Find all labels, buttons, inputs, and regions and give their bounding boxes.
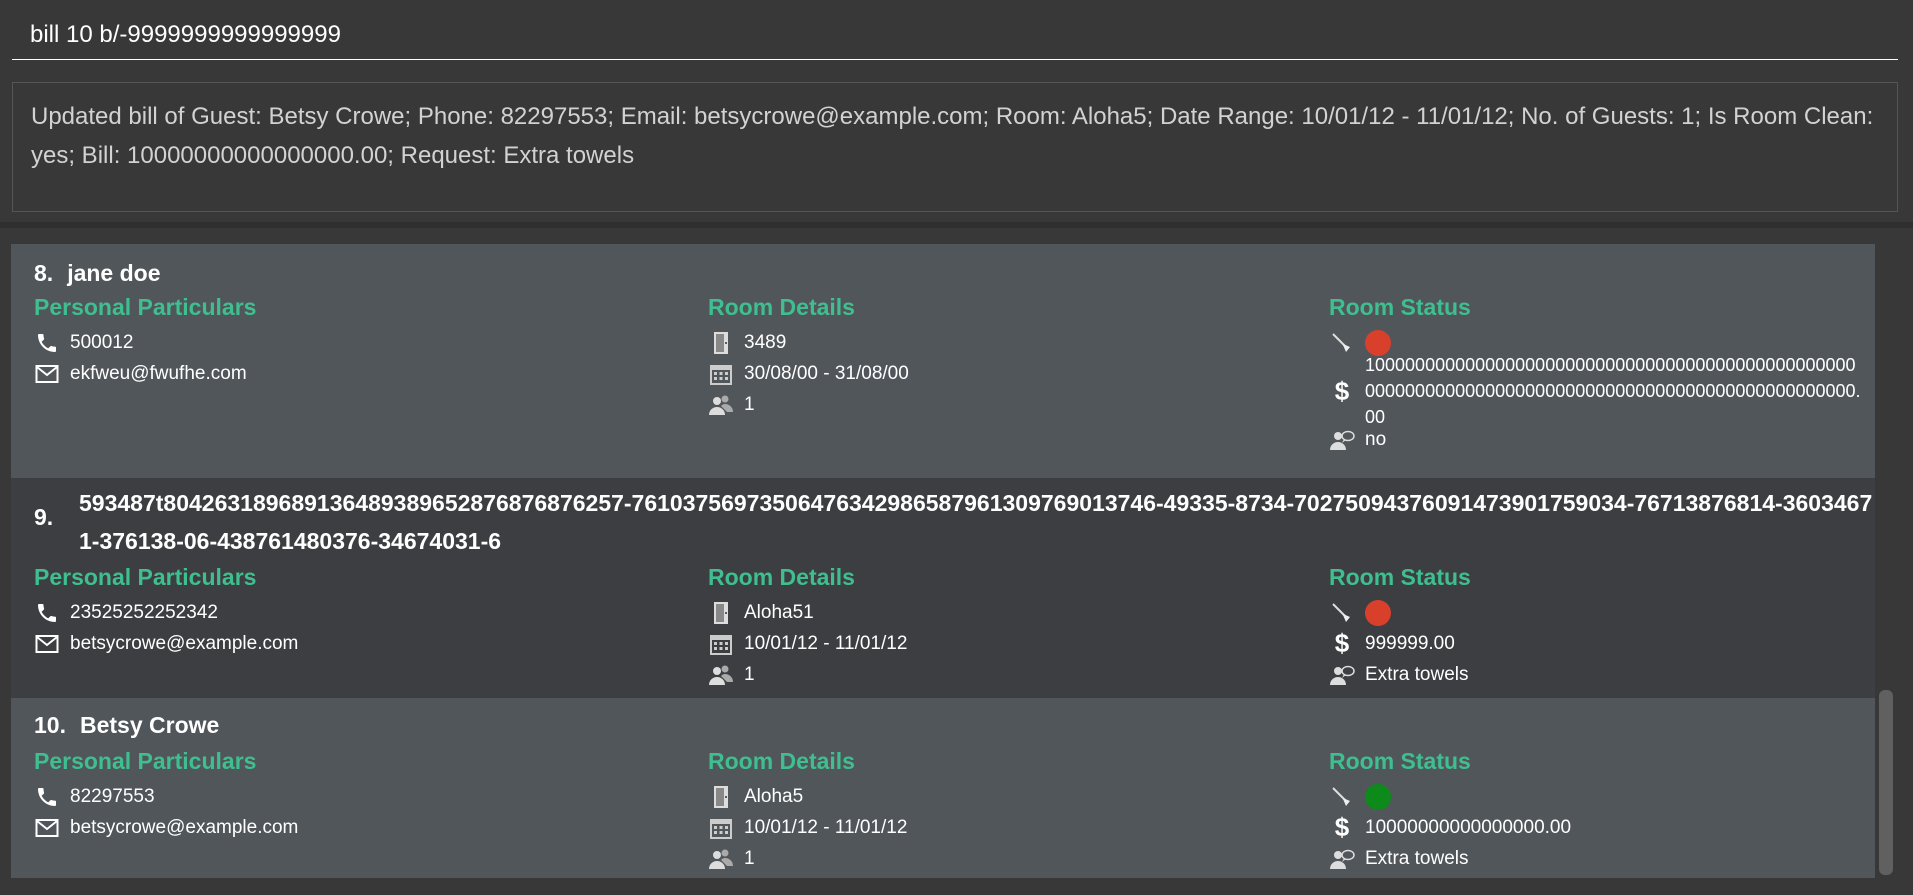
dollar-icon: $ <box>1334 628 1350 658</box>
email-icon <box>34 816 60 840</box>
door-icon <box>708 785 734 809</box>
dollar-icon: $ <box>1334 812 1350 842</box>
request-value: Extra towels <box>1365 663 1469 685</box>
email-icon <box>34 362 60 386</box>
scrollbar-thumb[interactable] <box>1879 690 1893 875</box>
phone-value: 82297553 <box>70 785 155 807</box>
command-bar <box>0 0 1913 74</box>
section-heading: Room Status <box>1329 748 1471 774</box>
section-heading: Room Details <box>708 564 855 590</box>
guest-title: 8. jane doe <box>34 260 161 287</box>
door-icon <box>708 331 734 355</box>
command-input[interactable] <box>12 10 1898 60</box>
phone-value: 23525252252342 <box>70 601 218 623</box>
calendar-icon <box>708 632 734 656</box>
section-heading: Personal Particulars <box>34 294 257 320</box>
date-range-value: 10/01/12 - 11/01/12 <box>744 632 908 654</box>
calendar-icon <box>708 362 734 386</box>
section-heading: Room Status <box>1329 564 1471 590</box>
broom-icon <box>1329 785 1355 809</box>
phone-value: 500012 <box>70 331 134 353</box>
request-value: Extra towels <box>1365 847 1469 869</box>
bill-value: 999999.00 <box>1365 632 1455 654</box>
guest-card[interactable]: 10. Betsy Crowe Personal Particulars 8229… <box>11 698 1875 878</box>
guest-index: 9. <box>34 504 54 530</box>
phone-icon <box>34 601 60 625</box>
guests-icon <box>708 663 734 687</box>
phone-icon <box>34 331 60 355</box>
section-heading: Room Status <box>1329 294 1471 320</box>
room-value: 3489 <box>744 331 787 353</box>
calendar-icon <box>708 816 734 840</box>
room-details: Room Details Aloha51 10/01/12 - 11/01/12… <box>708 564 907 690</box>
section-heading: Personal Particulars <box>34 748 257 774</box>
bill-value: 1000000000000000000000000000000000000000… <box>1365 355 1861 427</box>
email-value: ekfweu@fwufhe.com <box>70 362 247 384</box>
personal-particulars: Personal Particulars 82297553 betsycrowe… <box>34 748 298 843</box>
room-value: Aloha51 <box>744 601 814 623</box>
room-status: Room Status $999999.00 Extra towels <box>1329 564 1471 690</box>
guest-index: 10. <box>34 712 66 738</box>
request-icon <box>1329 663 1355 687</box>
request-icon <box>1329 847 1355 871</box>
dollar-icon: $ <box>1334 375 1350 406</box>
phone-icon <box>34 785 60 809</box>
email-icon <box>34 632 60 656</box>
guest-card[interactable]: 9. 593487t804263189689136489389652876876… <box>11 478 1875 698</box>
result-display[interactable]: Updated bill of Guest: Betsy Crowe; Phon… <box>12 82 1898 212</box>
section-heading: Personal Particulars <box>34 564 257 590</box>
room-details: Room Details 3489 30/08/00 - 31/08/00 1 <box>708 294 909 420</box>
broom-icon <box>1329 601 1355 625</box>
guest-name: 593487t804263189689136489389652876876876… <box>79 490 1873 554</box>
email-value: betsycrowe@example.com <box>70 632 299 654</box>
guests-icon <box>708 847 734 871</box>
guest-name: Betsy Crowe <box>79 712 220 738</box>
email-value: betsycrowe@example.com <box>70 816 299 838</box>
date-range-value: 30/08/00 - 31/08/00 <box>744 362 909 384</box>
guest-card[interactable]: 8. jane doe Personal Particulars 500012 e… <box>11 244 1875 478</box>
broom-icon <box>1329 331 1355 355</box>
request-value: no <box>1365 428 1387 450</box>
dirty-status-indicator <box>1365 599 1391 626</box>
personal-particulars: Personal Particulars 500012 ekfweu@fwufh… <box>34 294 256 389</box>
num-guests-value: 1 <box>744 663 755 685</box>
num-guests-value: 1 <box>744 847 755 869</box>
num-guests-value: 1 <box>744 393 755 415</box>
date-range-value: 10/01/12 - 11/01/12 <box>744 816 908 838</box>
guest-title: 10. Betsy Crowe <box>34 712 219 739</box>
room-value: Aloha5 <box>744 785 804 807</box>
section-heading: Room Details <box>708 748 855 774</box>
room-details: Room Details Aloha5 10/01/12 - 11/01/12 … <box>708 748 907 874</box>
door-icon <box>708 601 734 625</box>
clean-status-indicator <box>1365 783 1391 810</box>
guests-icon <box>708 393 734 417</box>
personal-particulars: Personal Particulars 23525252252342 bets… <box>34 564 298 659</box>
bill-value: 10000000000000000.00 <box>1365 816 1572 838</box>
guest-name: jane doe <box>67 260 161 286</box>
room-status: Room Status $10000000000000000.00 Extra … <box>1329 748 1571 874</box>
request-icon <box>1329 428 1355 452</box>
section-heading: Room Details <box>708 294 855 320</box>
result-panel: Updated bill of Guest: Betsy Crowe; Phon… <box>0 74 1913 222</box>
guest-index: 8. <box>34 260 54 286</box>
room-status: Room Status $100000000000000000000000000… <box>1329 294 1865 455</box>
